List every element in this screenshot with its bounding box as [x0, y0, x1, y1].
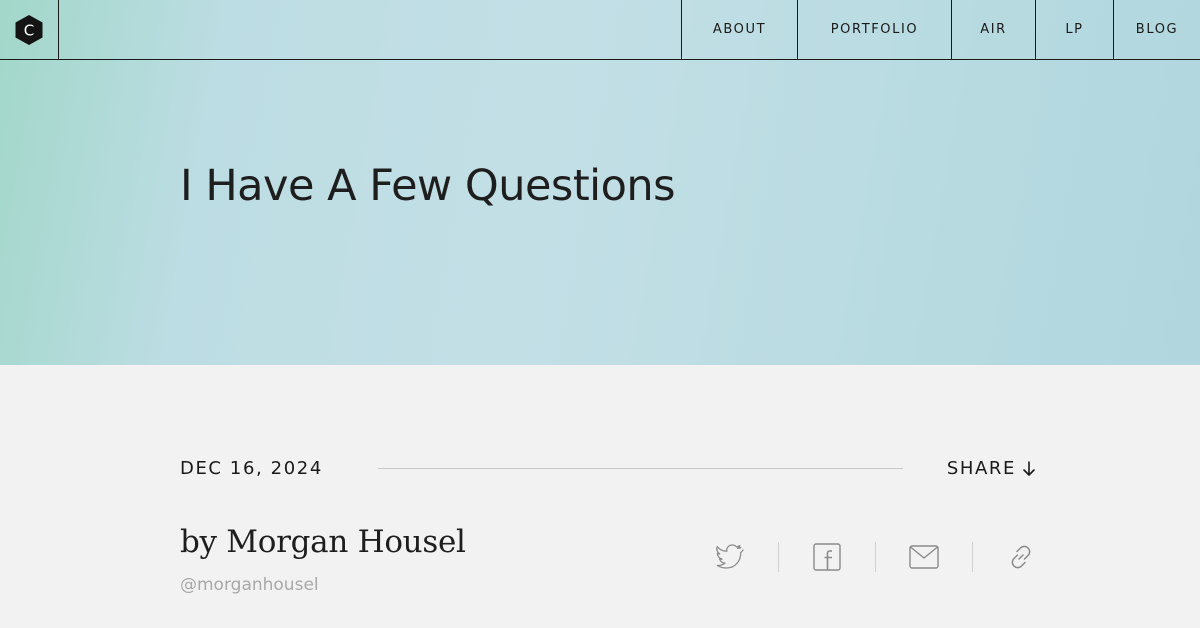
logo[interactable]: C — [0, 0, 59, 59]
twitter-icon — [716, 544, 744, 569]
share-label: SHARE — [946, 458, 1016, 479]
link-icon — [1011, 545, 1031, 569]
share-twitter-button[interactable] — [700, 537, 760, 577]
arrow-down-icon — [1023, 460, 1035, 476]
nav-item-air[interactable]: AIR — [951, 0, 1035, 59]
email-icon — [909, 545, 939, 569]
logo-letter: C — [24, 21, 34, 39]
article-meta-row: DEC 16, 2024 SHARE — [180, 455, 1036, 483]
meta-divider-line — [378, 468, 903, 469]
nav-item-portfolio[interactable]: PORTFOLIO — [797, 0, 951, 59]
facebook-icon — [813, 543, 841, 571]
author-handle[interactable]: @morganhousel — [180, 575, 319, 595]
copy-link-button[interactable] — [991, 537, 1051, 577]
share-divider — [778, 542, 779, 572]
nav-item-lp[interactable]: LP — [1035, 0, 1113, 59]
share-facebook-button[interactable] — [797, 537, 857, 577]
author-byline: by Morgan Housel — [180, 524, 466, 560]
share-divider — [972, 542, 973, 572]
publish-date: DEC 16, 2024 — [180, 458, 323, 479]
share-divider — [875, 542, 876, 572]
nav-item-blog[interactable]: BLOG — [1113, 0, 1200, 59]
hexagon-logo-icon: C — [15, 14, 43, 45]
main-nav: ABOUT PORTFOLIO AIR LP BLOG — [681, 0, 1200, 59]
article-title: I Have A Few Questions — [180, 161, 676, 211]
share-icons-row — [700, 537, 1051, 577]
share-email-button[interactable] — [894, 537, 954, 577]
top-navigation-bar: C ABOUT PORTFOLIO AIR LP BLOG — [0, 0, 1200, 60]
share-button[interactable]: SHARE — [947, 458, 1036, 479]
nav-item-about[interactable]: ABOUT — [681, 0, 797, 59]
